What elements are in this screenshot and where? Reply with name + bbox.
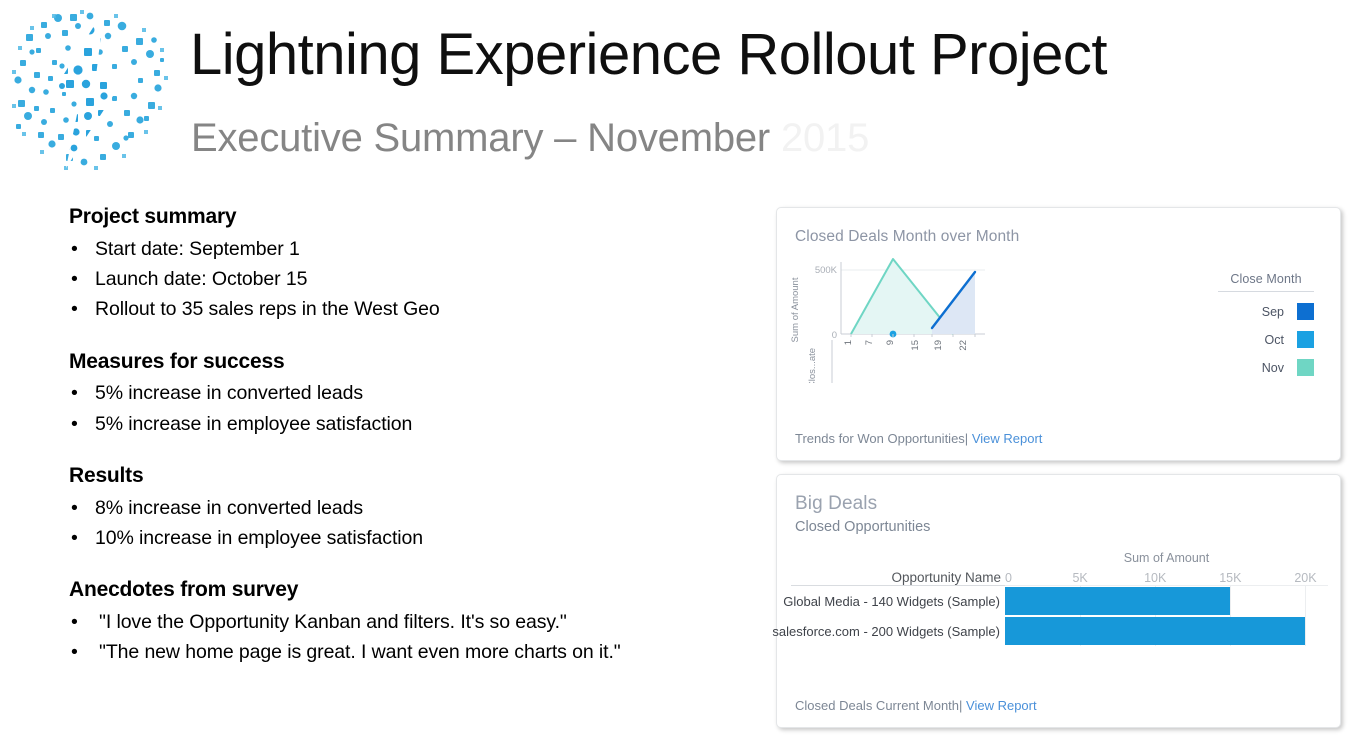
x-tick-1: 1	[843, 340, 854, 345]
list-item-label: 10% increase in employee satisfaction	[95, 526, 423, 549]
list-item: • 10% increase in employee satisfaction	[69, 523, 759, 553]
lightning-bolt-logo	[8, 4, 173, 174]
card-title: Big Deals	[795, 493, 878, 514]
list-item: • 5% increase in converted leads	[69, 378, 759, 408]
card-footer: Closed Deals Current Month| View Report	[795, 698, 1037, 713]
legend-item-nov[interactable]: Nov	[1218, 359, 1314, 376]
bullet-icon: •	[71, 611, 78, 634]
legend-item-sep[interactable]: Sep	[1218, 303, 1314, 320]
page-title: Lightning Experience Rollout Project	[190, 22, 1108, 87]
legend-swatch-oct	[1297, 331, 1314, 348]
section-project-summary: Project summary • Start date: September 1…	[69, 204, 759, 325]
list-item-label: Rollout to 35 sales reps in the West Geo	[95, 298, 440, 321]
bullet-icon: •	[71, 237, 78, 260]
section-heading: Anecdotes from survey	[69, 578, 299, 602]
card-footer-label: Closed Deals Current Month|	[795, 698, 963, 713]
bar-row	[1005, 586, 1328, 616]
list-item-label: 8% increase in converted leads	[95, 496, 363, 519]
legend-label: Oct	[1264, 332, 1284, 347]
section-results: Results • 8% increase in converted leads …	[69, 463, 759, 553]
x-tick-20k: 20K	[1294, 571, 1317, 585]
legend-swatch-sep	[1297, 303, 1314, 320]
x-tick-22: 22	[958, 340, 969, 351]
card-title: Closed Deals Month over Month	[795, 228, 1020, 245]
x-tick-0: 0	[1005, 571, 1012, 585]
legend-title: Close Month	[1218, 272, 1314, 292]
bar-row	[1005, 616, 1328, 646]
bar-chart-body: Global Media - 140 Widgets (Sample) sale…	[772, 585, 1328, 646]
bar-category-label: Global Media - 140 Widgets (Sample)	[783, 593, 1000, 609]
bar-category-labels: Global Media - 140 Widgets (Sample) sale…	[772, 585, 1005, 646]
bullet-list: • 8% increase in converted leads • 10% inc…	[69, 493, 759, 553]
list-item: • Rollout to 35 sales reps in the West Ge…	[69, 294, 759, 324]
section-heading: Measures for success	[69, 349, 285, 373]
legend-swatch-nov	[1297, 359, 1314, 376]
slide-root: Lightning Experience Rollout Project Exe…	[0, 0, 1365, 754]
bullet-list: • 5% increase in converted leads • 5% incr…	[69, 378, 759, 438]
x-tick-7: 7	[864, 340, 875, 345]
bar-axis-title: Sum of Amount	[1123, 551, 1210, 565]
section-heading: Project summary	[69, 205, 237, 228]
legend-label: Sep	[1261, 304, 1284, 319]
bar-name-column-header: Opportunity Name	[891, 570, 1001, 585]
list-item-label: "I love the Opportunity Kanban and filte…	[99, 611, 567, 634]
x-tick-15: 15	[910, 340, 921, 351]
list-item-label: 5% increase in employee satisfaction	[95, 412, 413, 435]
bullet-icon: •	[71, 496, 78, 519]
list-item: • Launch date: October 15	[69, 264, 759, 294]
bullet-icon: •	[71, 641, 78, 664]
list-item: • 5% increase in employee satisfaction	[69, 409, 759, 439]
y-axis-label: Sum of Amount	[790, 277, 801, 342]
x-tick-5k: 5K	[1072, 571, 1088, 585]
bar-category-label: salesforce.com - 200 Widgets (Sample)	[772, 623, 1000, 639]
bullet-icon: •	[71, 412, 78, 435]
section-measures-for-success: Measures for success • 5% increase in con…	[69, 349, 759, 439]
dashboard-card-closed-deals-month-over-month[interactable]: Closed Deals Month over Month Sum of Amo…	[776, 207, 1341, 461]
bar-plot-area	[1005, 585, 1328, 646]
section-anecdotes-from-survey: Anecdotes from survey • "I love the Oppor…	[69, 577, 759, 667]
x-tick-9: 9	[885, 340, 896, 345]
y-tick-0: 0	[832, 330, 837, 341]
summary-content: Project summary • Start date: September 1…	[69, 204, 759, 667]
page-subtitle: Executive Summary – November 2015	[191, 118, 869, 158]
bullet-icon: •	[71, 382, 78, 405]
page-subtitle-text: Executive Summary – November	[191, 116, 781, 160]
list-item: • Start date: September 1	[69, 234, 759, 264]
section-heading: Results	[69, 463, 144, 487]
bar-global-media[interactable]	[1005, 587, 1231, 615]
bar-chart-big-deals: Sum of Amount Opportunity Name 0 5K 10K …	[772, 551, 1328, 646]
list-item-label: 5% increase in converted leads	[95, 382, 363, 405]
list-item: • "I love the Opportunity Kanban and filt…	[69, 607, 759, 637]
x-tick-15k: 15K	[1219, 571, 1242, 585]
bar-x-ticks: 0 5K 10K 15K 20K	[1005, 568, 1328, 585]
bullet-list: • Start date: September 1 • Launch date: O…	[69, 234, 759, 325]
x-tick-19: 19	[933, 340, 944, 351]
list-item-label: "The new home page is great. I want even…	[99, 641, 621, 664]
list-item: • 8% increase in converted leads	[69, 493, 759, 523]
bullet-icon: •	[71, 268, 78, 291]
x-tick-10k: 10K	[1144, 571, 1167, 585]
bullet-icon: •	[71, 526, 78, 549]
legend-label: Nov	[1261, 360, 1284, 375]
card-subtitle: Closed Opportunities	[795, 519, 931, 535]
dashboard-card-big-deals[interactable]: Big Deals Closed Opportunities Sum of Am…	[772, 474, 1341, 728]
chart-legend-close-month: Close Month Sep Oct Nov	[1218, 272, 1314, 376]
list-item-label: Start date: September 1	[95, 237, 300, 260]
view-report-link[interactable]: View Report	[966, 698, 1037, 713]
bar-chart-header: Opportunity Name 0 5K 10K 15K 20K	[791, 568, 1328, 585]
card-footer-label: Trends for Won Opportunities|	[795, 431, 969, 446]
y-tick-500k: 500K	[815, 265, 838, 276]
bar-salesforce-com[interactable]	[1005, 617, 1306, 645]
x-axis-label: Clos...ate	[807, 348, 818, 383]
legend-item-oct[interactable]: Oct	[1218, 331, 1314, 348]
page-subtitle-year: 2015	[780, 116, 870, 160]
list-item: • "The new home page is great. I want eve…	[69, 637, 759, 667]
bullet-icon: •	[71, 298, 78, 321]
line-chart-closed-deals: Sum of Amount Clos...ate 500K 0 1 7 9 15…	[789, 248, 1029, 383]
view-report-link[interactable]: View Report	[972, 431, 1043, 446]
bullet-list: • "I love the Opportunity Kanban and filt…	[69, 607, 759, 667]
card-footer: Trends for Won Opportunities| View Repor…	[795, 431, 1042, 446]
list-item-label: Launch date: October 15	[95, 268, 308, 291]
